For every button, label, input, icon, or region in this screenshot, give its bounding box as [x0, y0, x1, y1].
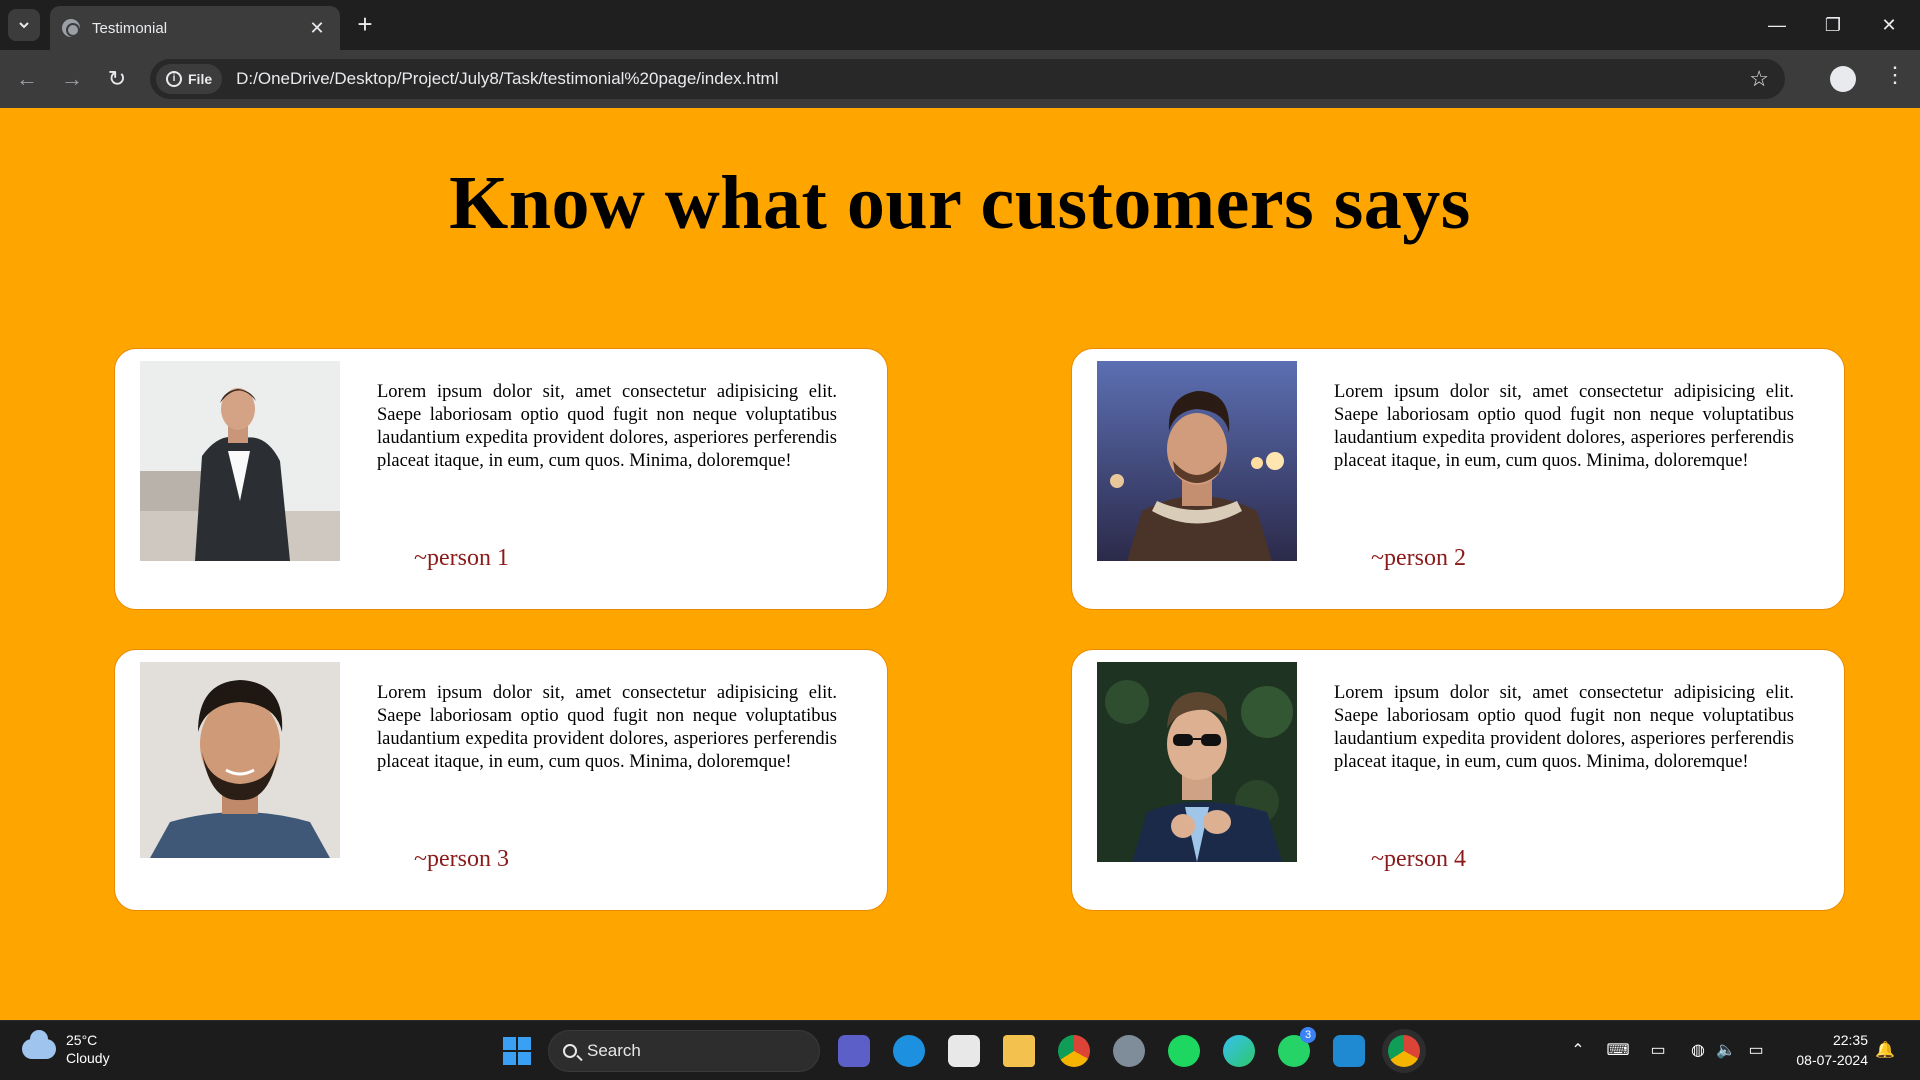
testimonial-card: Lorem ipsum dolor sit, amet consectetur … — [1071, 348, 1845, 610]
restore-button[interactable]: ❐ — [1810, 8, 1856, 42]
chrome-icon[interactable] — [1058, 1035, 1090, 1067]
clock-date: 08-07-2024 — [1796, 1052, 1868, 1068]
display-icon[interactable]: ▭ — [1647, 1039, 1669, 1061]
minimize-button[interactable]: — — [1754, 8, 1800, 42]
info-icon: i — [166, 71, 182, 87]
close-tab-icon[interactable]: ✕ — [306, 18, 328, 39]
keyboard-icon[interactable]: ⌨ — [1606, 1039, 1629, 1061]
profile-avatar-icon[interactable] — [1830, 66, 1856, 92]
testimonial-card: Lorem ipsum dolor sit, amet consectetur … — [114, 348, 888, 610]
testimonial-card: Lorem ipsum dolor sit, amet consectetur … — [1071, 649, 1845, 911]
customer-photo-person-4 — [1097, 662, 1297, 862]
battery-icon[interactable]: ▭ — [1745, 1039, 1767, 1061]
windows-start-icon[interactable] — [503, 1037, 531, 1065]
customer-photo-person-2 — [1097, 361, 1297, 561]
clock-time: 22:35 — [1832, 1032, 1868, 1048]
help-icon[interactable] — [893, 1035, 925, 1067]
tab-title: Testimonial — [92, 19, 168, 37]
network-globe-icon[interactable]: ◍ — [1687, 1039, 1709, 1061]
whatsapp-icon[interactable]: 3 — [1278, 1027, 1316, 1067]
testimonial-author: ~person 3 — [414, 846, 509, 872]
taskbar-search-label: Search — [587, 1041, 641, 1060]
cloudy-weather-icon — [22, 1030, 56, 1059]
notification-bell-icon[interactable]: 🔔 — [1874, 1039, 1896, 1061]
browser-toolbar: ← → ↻ i File D:/OneDrive/Desktop/Project… — [0, 50, 1920, 108]
browser-tab[interactable]: Testimonial ✕ — [50, 6, 340, 50]
kebab-menu-icon[interactable]: ⋮ — [1880, 62, 1910, 88]
spotify-icon[interactable] — [1168, 1035, 1200, 1067]
chevron-up-icon[interactable]: ⌃ — [1567, 1039, 1589, 1061]
testimonial-text: Lorem ipsum dolor sit, amet consectetur … — [377, 382, 837, 471]
browser-tab-bar: Testimonial ✕ + — ❐ ✕ — [0, 0, 1920, 50]
testimonial-text: Lorem ipsum dolor sit, amet consectetur … — [1334, 683, 1794, 772]
globe-icon — [62, 19, 80, 37]
taskbar: 25°C Cloudy Search 3 ⌃ ⌨ ▭ ◍ 🔈 ▭ 22:35 0… — [0, 1020, 1920, 1080]
page-content: Know what our customers says Lorem ipsum… — [0, 108, 1920, 1020]
site-info-chip[interactable]: i File — [156, 64, 223, 94]
testimonial-card: Lorem ipsum dolor sit, amet consectetur … — [114, 649, 888, 911]
file-explorer-icon[interactable] — [1003, 1035, 1035, 1067]
whatsapp-notification-badge: 3 — [1300, 1027, 1316, 1043]
forward-arrow-icon[interactable]: → — [55, 62, 89, 96]
customer-photo-person-1 — [140, 361, 340, 561]
weather-description: Cloudy — [66, 1050, 110, 1066]
testimonial-text: Lorem ipsum dolor sit, amet consectetur … — [377, 683, 837, 772]
vscode-icon[interactable] — [1333, 1035, 1365, 1067]
search-icon — [563, 1044, 577, 1058]
weather-temperature: 25°C — [66, 1032, 98, 1048]
testimonial-text: Lorem ipsum dolor sit, amet consectetur … — [1334, 382, 1794, 471]
new-tab-button[interactable]: + — [350, 10, 380, 40]
taskbar-search-box[interactable]: Search — [548, 1030, 820, 1072]
weather-widget[interactable]: 25°C Cloudy — [22, 1030, 110, 1067]
reload-icon[interactable]: ↻ — [100, 62, 134, 96]
chrome-active-icon[interactable] — [1388, 1035, 1420, 1067]
customer-photo-person-3 — [140, 662, 340, 858]
settings-gear-icon[interactable] — [1113, 1035, 1145, 1067]
tab-search-button[interactable] — [8, 9, 40, 41]
bookmark-star-icon[interactable]: ☆ — [1749, 66, 1769, 92]
site-info-label: File — [188, 71, 213, 87]
microsoft-store-icon[interactable] — [948, 1035, 980, 1067]
back-arrow-icon[interactable]: ← — [10, 62, 44, 96]
testimonial-author: ~person 2 — [1371, 545, 1466, 571]
url-text[interactable]: D:/OneDrive/Desktop/Project/July8/Task/t… — [236, 69, 1749, 89]
address-bar[interactable]: i File D:/OneDrive/Desktop/Project/July8… — [150, 59, 1785, 99]
testimonial-author: ~person 4 — [1371, 846, 1466, 872]
testimonial-author: ~person 1 — [414, 545, 509, 571]
system-clock[interactable]: 22:35 08-07-2024 — [1784, 1030, 1868, 1070]
edge-icon[interactable] — [1223, 1035, 1255, 1067]
teams-icon[interactable] — [838, 1035, 870, 1067]
page-heading: Know what our customers says — [449, 161, 1471, 245]
close-window-button[interactable]: ✕ — [1866, 8, 1912, 42]
chevron-down-icon — [19, 22, 29, 29]
volume-icon[interactable]: 🔈 — [1715, 1039, 1737, 1061]
